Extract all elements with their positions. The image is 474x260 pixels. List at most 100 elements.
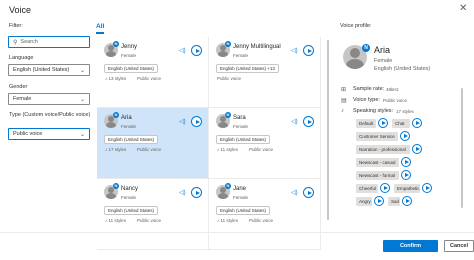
style-play-button[interactable]	[401, 157, 411, 167]
search-input[interactable]: ⚲ Search	[8, 36, 90, 48]
type-dropdown[interactable]: Public voice ⌄	[8, 128, 90, 140]
style-play-button[interactable]	[380, 183, 390, 193]
footer-divider	[0, 232, 474, 233]
play-button[interactable]	[191, 187, 202, 198]
voice-name: Aria	[121, 115, 132, 121]
profile-scrollbar[interactable]	[461, 88, 463, 208]
speaker-icon[interactable]: ◁)	[291, 189, 298, 196]
confirm-button[interactable]: Confirm	[383, 240, 438, 252]
type-value: Public voice	[13, 131, 43, 137]
sample-rate-value: 48kHz	[386, 87, 399, 92]
close-icon[interactable]: ✕	[459, 3, 467, 14]
voice-type-label: Voice type:	[353, 97, 380, 103]
voice-name: Jane	[233, 186, 247, 192]
style-play-button[interactable]	[374, 196, 384, 206]
profile-gender: Female	[374, 58, 393, 64]
voice-card[interactable]: N Jane Female ◁) English (United States) ♪ 11…	[209, 179, 321, 250]
speaking-style-chip[interactable]: Empathetic	[394, 184, 420, 193]
voice-styles-count: ♪ 17 styles	[105, 147, 126, 152]
chevron-down-icon: ⌄	[79, 96, 85, 103]
voice-styles: 17 styles	[108, 147, 127, 152]
voice-grid-scrollbar[interactable]	[327, 40, 329, 220]
type-label: Type (Custom voice/Public voice)	[9, 112, 91, 118]
voice-card[interactable]: N Aria Female ◁) English (United States) ♪ 17…	[97, 108, 209, 179]
language-value: English (United States)	[13, 67, 70, 73]
speaking-style-chip[interactable]: Default	[356, 119, 376, 128]
neural-badge-icon: N	[225, 183, 231, 189]
language-dropdown[interactable]: English (United States) ⌄	[8, 64, 90, 76]
voice-type-value: Public voice	[383, 98, 408, 103]
voice-styles-count: ♪ 11 styles	[217, 218, 238, 223]
profile-name: Aria	[374, 45, 391, 55]
cancel-button[interactable]: Cancel	[444, 240, 474, 252]
neural-badge-icon: N	[225, 41, 231, 47]
speaking-style-chip[interactable]: Newscast - formal	[356, 171, 399, 180]
voice-gender: Female	[121, 124, 137, 129]
voice-gender: Female	[121, 195, 137, 200]
speaking-style-chip[interactable]: Angry	[356, 197, 372, 206]
gender-label: Gender	[9, 84, 28, 90]
voice-gender: Female	[233, 195, 249, 200]
style-play-button[interactable]	[400, 131, 410, 141]
style-play-button[interactable]	[402, 196, 412, 206]
speaking-style-chip[interactable]: Chat	[392, 119, 410, 128]
neural-badge-icon: N	[113, 41, 119, 47]
speaking-style-chip[interactable]: Newscast - casual	[356, 158, 399, 167]
speaking-style-chip[interactable]: Narration - professional	[356, 145, 410, 154]
play-button[interactable]	[191, 45, 202, 56]
voice-name: Jenny	[121, 44, 138, 50]
speaking-style-chip[interactable]: Cheerful	[356, 184, 378, 193]
voice-styles-count: ♪ 11 styles	[105, 218, 126, 223]
tab-all[interactable]: All	[96, 23, 104, 30]
neural-badge-icon: N	[113, 183, 119, 189]
play-button[interactable]	[303, 187, 314, 198]
voice-gender: Female	[233, 124, 249, 129]
voice-locale: English (United States)	[104, 135, 159, 144]
play-button[interactable]	[303, 116, 314, 127]
voice-gender: Female	[233, 53, 249, 58]
speaker-icon[interactable]: ◁)	[291, 118, 298, 125]
voice-card[interactable]: N Sara Female ◁) English (United States) ♪ 11…	[209, 108, 321, 179]
voice-type-icon: ▤	[341, 98, 347, 104]
styles-icon: ♪	[217, 147, 220, 152]
search-icon: ⚲	[13, 39, 18, 46]
language-label: Language	[9, 55, 34, 61]
chevron-down-icon: ⌄	[79, 67, 85, 74]
style-play-button[interactable]	[401, 170, 411, 180]
voice-styles: 11 styles	[220, 218, 238, 223]
speaking-style-chip[interactable]: Customer Service	[356, 132, 398, 141]
speaker-icon[interactable]: ◁)	[179, 47, 186, 54]
voice-type: Public voice	[217, 76, 242, 81]
play-button[interactable]	[303, 45, 314, 56]
speaker-icon[interactable]: ◁)	[179, 118, 186, 125]
style-play-button[interactable]	[422, 183, 432, 193]
speaking-styles-icon: ♪	[341, 108, 344, 114]
style-play-button[interactable]	[412, 118, 422, 128]
style-play-button[interactable]	[412, 144, 422, 154]
voice-locale: English (United States)	[216, 135, 271, 144]
neural-badge-icon: N	[113, 112, 119, 118]
voice-type: Public voice	[137, 147, 162, 152]
speaking-style-chip[interactable]: Sad	[388, 197, 400, 206]
sample-rate-label: Sample rate:	[353, 86, 385, 92]
styles-icon: ♪	[105, 147, 108, 152]
voice-type: Public voice	[137, 218, 162, 223]
voice-type: Public voice	[137, 76, 162, 81]
gender-value: Female	[13, 96, 32, 102]
neural-badge-icon: N	[225, 112, 231, 118]
play-button[interactable]	[191, 116, 202, 127]
style-play-button[interactable]	[378, 118, 388, 128]
speaker-icon[interactable]: ◁)	[291, 47, 298, 54]
voice-card[interactable]: N Jenny Female ◁) English (United States) ♪ 1…	[97, 37, 209, 108]
voice-card[interactable]: N Nancy Female ◁) English (United States) ♪ 1…	[97, 179, 209, 250]
dialog-title: Voice	[9, 5, 32, 15]
voice-styles: 11 styles	[108, 218, 126, 223]
gender-dropdown[interactable]: Female ⌄	[8, 93, 90, 105]
voice-type: Public voice	[249, 147, 274, 152]
speaking-styles-label: Speaking styles:	[353, 108, 394, 114]
styles-icon: ♪	[105, 218, 108, 223]
voice-card[interactable]: N Jenny Multilingual Female ◁) English (Unit…	[209, 37, 321, 108]
styles-icon: ♪	[217, 218, 220, 223]
speaker-icon[interactable]: ◁)	[179, 189, 186, 196]
voice-name: Sara	[233, 115, 246, 121]
